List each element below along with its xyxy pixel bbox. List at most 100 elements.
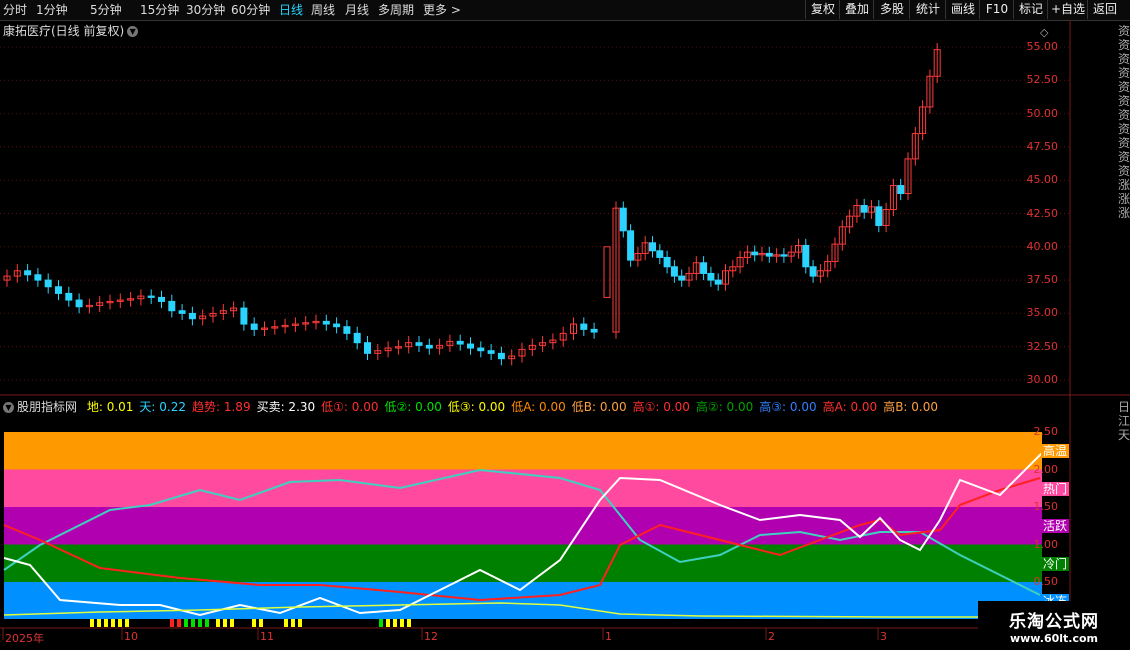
candle <box>802 244 810 268</box>
signal-bar <box>230 619 234 627</box>
indicator-value: 低A: 0.00 <box>511 400 566 414</box>
candle <box>875 206 883 226</box>
candle <box>467 343 474 349</box>
zone-label: 高温 <box>1041 444 1070 458</box>
indicator-value: 高③: 0.00 <box>759 400 817 414</box>
candle <box>751 251 759 256</box>
date-tick: 2025年 <box>5 632 44 645</box>
signal-bar <box>291 619 295 627</box>
candle <box>590 328 598 333</box>
candle <box>147 295 155 298</box>
candle <box>343 326 351 334</box>
candle <box>477 347 485 352</box>
price-tick: 37.50 <box>1026 273 1059 287</box>
signal-bar <box>184 619 188 627</box>
date-tick: 11 <box>260 630 274 643</box>
candle <box>700 262 708 274</box>
candle <box>168 300 176 312</box>
candle <box>158 296 165 302</box>
candle <box>188 312 196 320</box>
signal-bar <box>386 619 390 627</box>
signal-bar <box>298 619 302 627</box>
indicator-value: 买卖: 2.30 <box>256 400 316 414</box>
candle <box>353 332 361 344</box>
candle <box>456 340 464 345</box>
date-tick: 1 <box>605 630 612 643</box>
candle <box>780 254 788 257</box>
price-tick: 32.50 <box>1026 339 1059 353</box>
price-tick: 35.00 <box>1026 306 1059 320</box>
candle <box>649 242 656 252</box>
date-tick: 10 <box>124 630 138 643</box>
date-tick: 12 <box>424 630 438 643</box>
signal-bar <box>216 619 220 627</box>
candle <box>65 292 73 301</box>
indicator-value: 高①: 0.00 <box>632 400 690 414</box>
candle <box>322 320 330 325</box>
signal-bar <box>111 619 115 627</box>
signal-bar <box>259 619 263 627</box>
indicator-tick: 2.50 <box>1033 425 1059 438</box>
zone-label: 活跃 <box>1041 519 1070 533</box>
price-tick: 40.00 <box>1026 239 1059 253</box>
candle <box>860 205 868 213</box>
candle <box>178 310 186 314</box>
price-tick: 45.00 <box>1026 173 1059 187</box>
signal-bar <box>170 619 174 627</box>
zone-band-0 <box>4 432 1042 470</box>
signal-bar <box>104 619 108 627</box>
signal-bar <box>97 619 101 627</box>
candle <box>603 246 611 298</box>
signal-bar <box>191 619 195 627</box>
candle <box>425 344 433 349</box>
candle <box>364 342 371 354</box>
indicator-value: 低①: 0.00 <box>321 400 379 414</box>
indicator-value: 天: 0.22 <box>139 400 186 414</box>
chart-canvas[interactable]: ◇ <box>0 0 1130 650</box>
side-panel-text: 资资资资资资资资资资资涨涨涨 <box>1118 24 1130 220</box>
signal-bar <box>198 619 202 627</box>
indicator-header: ▼ 股朋指标网 地: 0.01 天: 0.22 趋势: 1.89 买卖: 2.30 低①:… <box>3 398 950 415</box>
candle <box>656 250 664 258</box>
signal-bar <box>125 619 129 627</box>
candlestick-series <box>3 43 941 366</box>
signal-bar <box>284 619 288 627</box>
candle <box>714 279 722 285</box>
signal-bar <box>379 619 383 627</box>
signal-bar <box>223 619 227 627</box>
indicator-value: 低B: 0.00 <box>571 400 627 414</box>
candle <box>497 352 505 360</box>
indicator-value: 高B: 0.00 <box>883 400 938 414</box>
signal-bar <box>118 619 122 627</box>
candle <box>55 286 62 294</box>
signal-bar <box>400 619 404 627</box>
candle <box>897 185 905 195</box>
candle <box>250 323 258 330</box>
diamond-icon: ◇ <box>1040 26 1049 39</box>
candle <box>44 279 52 288</box>
price-tick: 55.00 <box>1026 40 1059 53</box>
candle <box>765 252 773 257</box>
candle <box>75 299 83 308</box>
signal-bar <box>205 619 209 627</box>
indicator-value: 高②: 0.00 <box>695 400 754 414</box>
candle <box>487 350 495 354</box>
indicator-tick: 0.50 <box>1033 575 1059 588</box>
candle <box>707 272 715 281</box>
signal-bar <box>407 619 411 627</box>
price-tick: 47.50 <box>1026 139 1059 153</box>
candle <box>34 274 42 281</box>
candle <box>240 307 248 325</box>
price-tick: 52.50 <box>1026 73 1059 87</box>
watermark-url: www.60lt.com <box>1009 632 1099 645</box>
candle <box>670 266 678 277</box>
candle <box>678 275 686 281</box>
indicator-tick: 1.00 <box>1033 537 1059 551</box>
candle <box>619 207 627 232</box>
chevron-down-icon[interactable]: ▼ <box>3 402 14 413</box>
date-tick: 3 <box>880 630 887 643</box>
price-tick: 50.00 <box>1026 106 1059 120</box>
candle <box>663 256 671 268</box>
watermark: 乐淘公式网 www.60lt.com <box>978 601 1130 650</box>
indicator-value: 低③: 0.00 <box>447 400 506 414</box>
